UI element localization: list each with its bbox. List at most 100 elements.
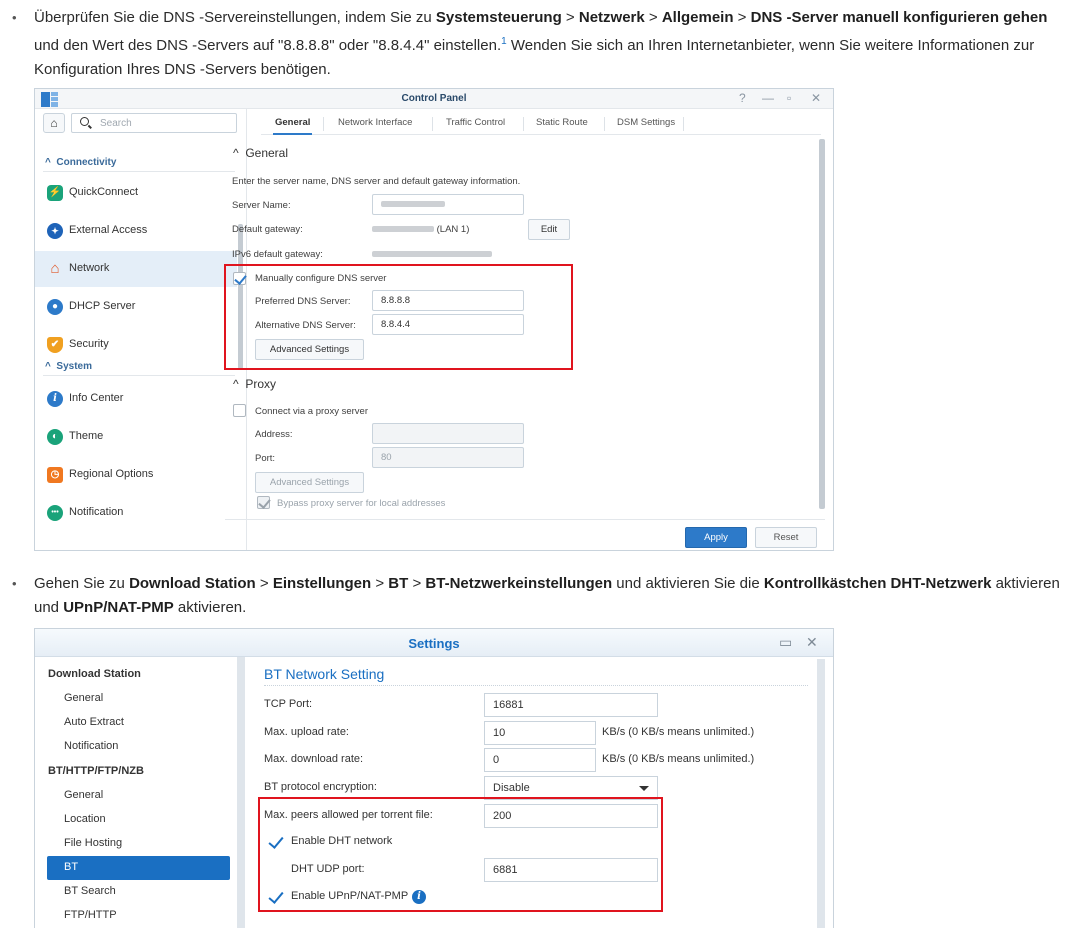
palette-icon: ◐ — [47, 429, 63, 445]
section-connectivity[interactable]: ^ Connectivity — [45, 157, 116, 168]
sidebar-item-location[interactable]: Location — [47, 808, 230, 832]
chevron-down-icon — [639, 786, 649, 791]
sidebar-item-external-access[interactable]: ✦ External Access — [35, 213, 237, 249]
dhcp-icon: ● — [47, 299, 63, 315]
apply-button[interactable]: Apply — [685, 527, 747, 548]
settings-sidebar: Download Station General Auto Extract No… — [35, 657, 235, 928]
sidebar-item-bt-search[interactable]: BT Search — [47, 880, 230, 904]
quickconnect-icon: ⚡ — [47, 185, 63, 201]
sidebar-item-security[interactable]: ✔ Security — [35, 327, 237, 363]
shield-icon: ✔ — [47, 337, 63, 353]
sidebar-item-network[interactable]: ⌂ Network — [35, 251, 237, 287]
proxy-group-header[interactable]: ^ Proxy — [233, 377, 276, 391]
home-network-icon: ⌂ — [50, 260, 60, 277]
tab-general[interactable]: General — [272, 117, 313, 135]
sidebar-item-bt[interactable]: BT — [47, 856, 230, 880]
tab-bar: General Network Interface Traffic Contro… — [261, 109, 821, 135]
tab-dsm-settings[interactable]: DSM Settings — [617, 117, 675, 128]
proxy-address-input[interactable] — [372, 423, 524, 444]
minimize-icon[interactable]: — — [762, 91, 774, 105]
reset-button[interactable]: Reset — [755, 527, 817, 548]
heading-divider — [264, 685, 808, 686]
content-scrollbar[interactable] — [817, 659, 825, 928]
control-panel-sidebar: ⌂ Search ^ Connectivity ⚡ QuickConnect ✦… — [35, 109, 247, 550]
bt-encryption-label: BT protocol encryption: — [264, 781, 377, 793]
proxy-connect-label: Connect via a proxy server — [255, 406, 368, 417]
redacted-value — [381, 201, 445, 208]
close-icon[interactable]: ✕ — [806, 634, 818, 651]
tcp-port-input[interactable]: 16881 — [484, 693, 658, 717]
general-group-header[interactable]: ^ General — [233, 146, 288, 160]
search-placeholder: Search — [100, 118, 132, 129]
footer-divider — [225, 519, 825, 520]
control-panel-titlebar: Control Panel ? — ▫ ✕ — [35, 89, 833, 109]
close-icon[interactable]: ✕ — [811, 91, 821, 105]
chevron-up-icon: ^ — [233, 146, 239, 160]
bypass-proxy-label: Bypass proxy server for local addresses — [277, 498, 446, 509]
ipv6-gateway-label: IPv6 default gateway: — [232, 249, 323, 260]
edit-gateway-button[interactable]: Edit — [528, 219, 570, 240]
maximize-icon[interactable]: ▫ — [787, 91, 791, 105]
sidebar-item-notification[interactable]: Notification — [47, 735, 230, 759]
section-system[interactable]: ^ System — [45, 361, 92, 372]
download-unit-note: KB/s (0 KB/s means unlimited.) — [602, 753, 755, 765]
sidebar-heading-download-station: Download Station — [48, 668, 141, 680]
instruction-text: Gehen Sie zu Download Station > Einstell… — [34, 575, 1060, 616]
general-description: Enter the server name, DNS server and de… — [232, 176, 521, 187]
tcp-port-label: TCP Port: — [264, 698, 313, 710]
search-icon — [80, 117, 89, 126]
window-title: Control Panel — [401, 93, 467, 104]
help-icon[interactable]: ? — [739, 91, 746, 105]
sidebar-item-auto-extract[interactable]: Auto Extract — [47, 711, 230, 735]
tab-traffic-control[interactable]: Traffic Control — [446, 117, 505, 128]
proxy-port-label: Port: — [255, 453, 276, 464]
divider — [43, 171, 235, 172]
server-name-label: Server Name: — [232, 200, 291, 211]
default-gateway-value: (LAN 1) — [372, 224, 469, 235]
default-gateway-label: Default gateway: — [232, 224, 303, 235]
content-scrollbar[interactable] — [819, 139, 825, 509]
redacted-value — [372, 226, 434, 233]
sidebar-item-file-hosting[interactable]: File Hosting — [47, 832, 230, 856]
tab-static-route[interactable]: Static Route — [536, 117, 588, 128]
proxy-port-input[interactable]: 80 — [372, 447, 524, 468]
sidebar-item-general[interactable]: General — [47, 784, 230, 808]
sidebar-item-general[interactable]: General — [47, 687, 230, 711]
bt-highlight-box — [258, 797, 663, 912]
search-input[interactable]: Search — [71, 113, 237, 133]
sidebar-item-ftp-http[interactable]: FTP/HTTP — [47, 904, 230, 928]
chat-bubble-icon: ••• — [47, 505, 63, 521]
sidebar-splitter[interactable] — [237, 657, 245, 928]
max-download-input[interactable]: 0 — [484, 748, 596, 772]
info-icon: i — [47, 391, 63, 407]
divider — [43, 375, 235, 376]
max-download-label: Max. download rate: — [264, 753, 364, 765]
sidebar-item-dhcp-server[interactable]: ● DHCP Server — [35, 289, 237, 325]
window-title: Settings — [408, 636, 460, 651]
tab-network-interface[interactable]: Network Interface — [338, 117, 412, 128]
upload-unit-note: KB/s (0 KB/s means unlimited.) — [602, 726, 755, 738]
maximize-icon[interactable]: ▭ — [779, 634, 792, 651]
instruction-bullet-bt: • Gehen Sie zu Download Station > Einste… — [12, 572, 1062, 620]
server-name-input[interactable] — [372, 194, 524, 215]
chevron-up-icon: ^ — [45, 361, 51, 372]
sidebar-item-quickconnect[interactable]: ⚡ QuickConnect — [35, 175, 237, 211]
proxy-advanced-settings-button[interactable]: Advanced Settings — [255, 472, 364, 493]
sidebar-item-notification[interactable]: ••• Notification — [35, 495, 237, 531]
instruction-bullet-dns: • Überprüfen Sie die DNS -Servereinstell… — [12, 6, 1062, 78]
home-button[interactable]: ⌂ — [43, 113, 65, 133]
sidebar-item-info-center[interactable]: i Info Center — [35, 381, 237, 417]
dns-highlight-box — [224, 264, 573, 370]
proxy-address-label: Address: — [255, 429, 293, 440]
ipv6-gateway-value — [372, 249, 492, 260]
sidebar-item-theme[interactable]: ◐ Theme — [35, 419, 237, 455]
proxy-checkbox[interactable] — [233, 404, 246, 417]
sidebar-item-regional-options[interactable]: ◷ Regional Options — [35, 457, 237, 493]
max-upload-input[interactable]: 10 — [484, 721, 596, 745]
redacted-value — [372, 251, 492, 258]
instruction-text: Überprüfen Sie die DNS -Servereinstellun… — [34, 9, 1048, 78]
chevron-up-icon: ^ — [233, 377, 239, 391]
settings-titlebar: Settings ▭ ✕ — [35, 629, 833, 657]
bypass-proxy-checkbox[interactable] — [257, 496, 270, 509]
bt-network-setting-heading: BT Network Setting — [264, 666, 385, 682]
